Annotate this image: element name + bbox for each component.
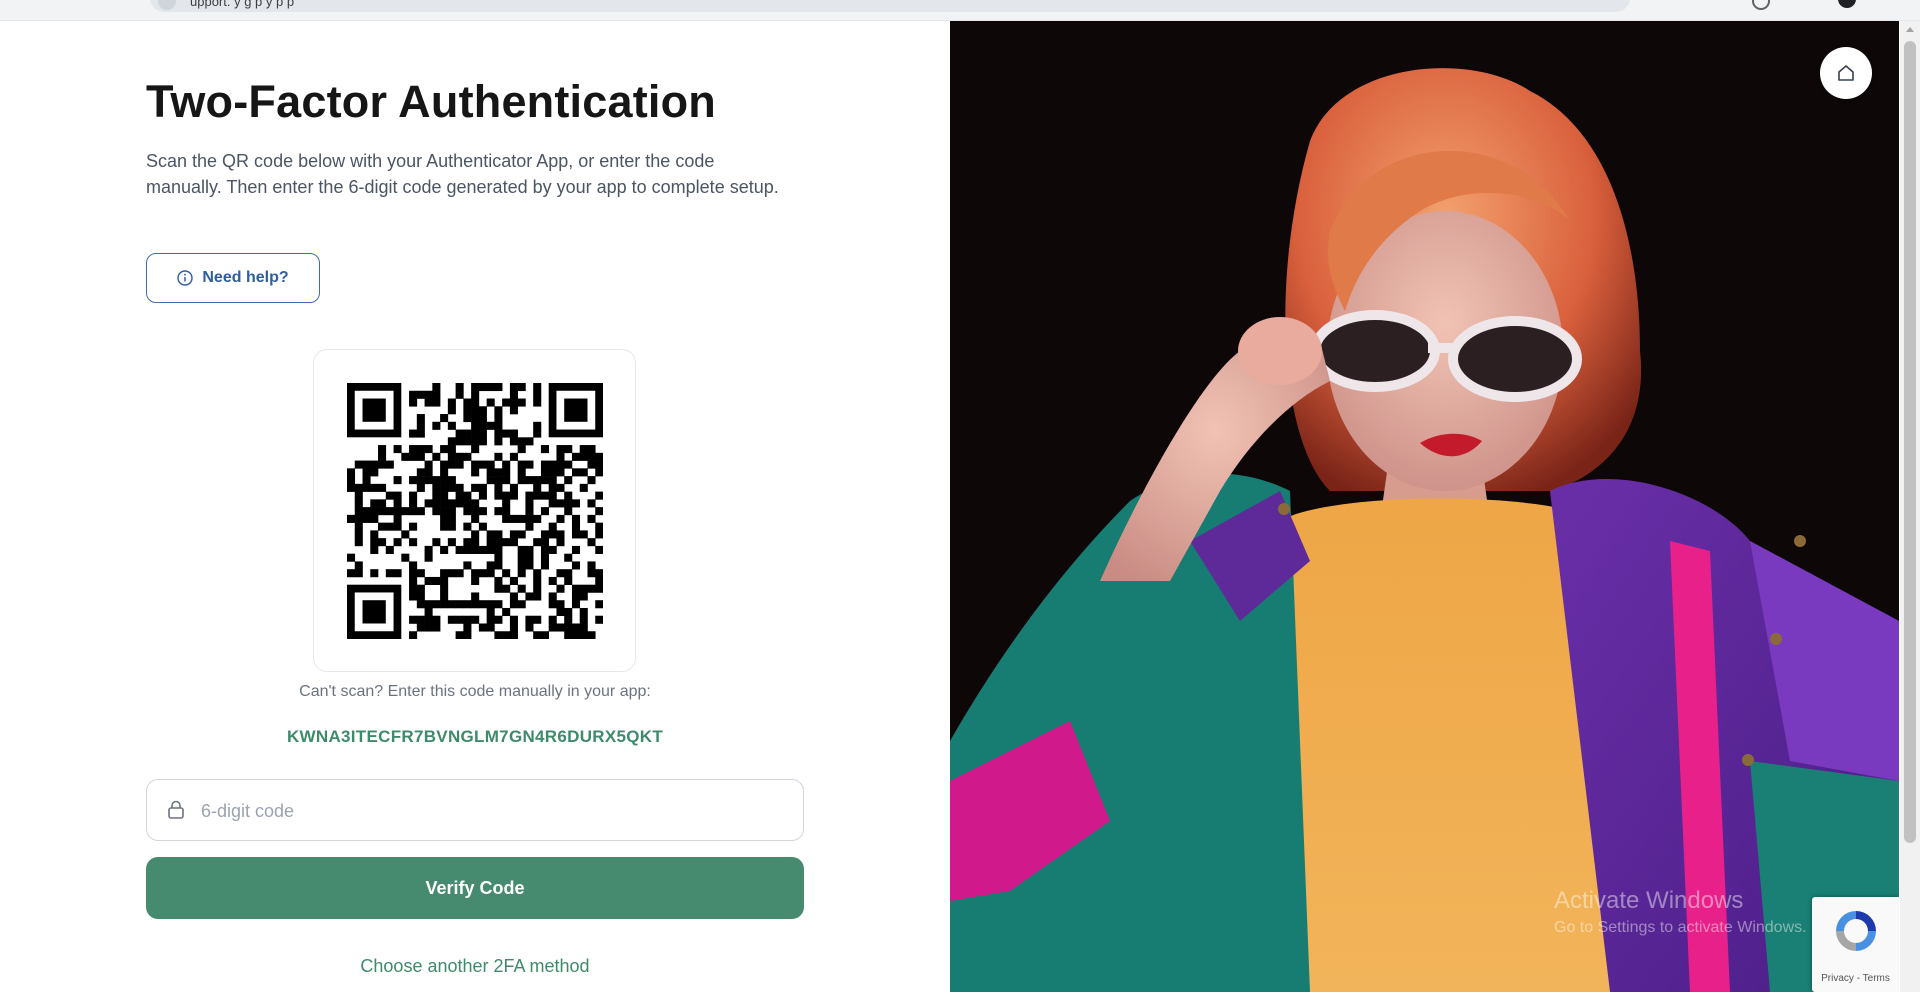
home-icon: [1838, 65, 1854, 81]
recaptcha-terms-link[interactable]: Privacy - Terms: [1812, 973, 1899, 984]
info-icon: [177, 270, 194, 286]
browser-toolbar: upport. y g p y p p: [0, 0, 1920, 21]
page-scrollbar[interactable]: [1900, 21, 1920, 992]
manual-entry-hint: Can't scan? Enter this code manually in …: [299, 683, 651, 700]
watermark-subtitle: Go to Settings to activate Windows.: [1554, 919, 1807, 936]
page-title: Two-Factor Authentication: [146, 76, 716, 127]
recaptcha-icon: [1836, 911, 1876, 951]
profile-avatar[interactable]: [1838, 0, 1856, 8]
recaptcha-badge[interactable]: Privacy - Terms: [1812, 897, 1899, 992]
watermark-title: Activate Windows: [1554, 887, 1744, 914]
scrollbar-thumb[interactable]: [1904, 41, 1916, 843]
lock-icon: [168, 800, 184, 819]
code-input[interactable]: [199, 780, 793, 842]
site-info-icon[interactable]: [158, 0, 176, 10]
home-button[interactable]: [1820, 47, 1872, 99]
extension-icon[interactable]: [1752, 0, 1770, 10]
instructions-text: Scan the QR code below with your Authent…: [146, 151, 779, 197]
auth-panel: Two-Factor Authentication Scan the QR co…: [0, 21, 950, 992]
need-help-label: Need help?: [202, 269, 289, 286]
code-field[interactable]: [146, 779, 804, 842]
hero-image-panel: Activate Windows Go to Settings to activ…: [950, 21, 1899, 992]
activate-windows-watermark: Activate Windows Go to Settings to activ…: [1554, 887, 1807, 937]
qr-code-image: [347, 383, 603, 639]
scroll-up-icon[interactable]: [1906, 27, 1914, 32]
choose-another-method-link[interactable]: Choose another 2FA method: [146, 956, 804, 977]
secret-key: KWNA3ITECFR7BVNGLM7GN4R6DURX5QKT: [286, 727, 664, 746]
qr-code-card: [313, 349, 636, 672]
address-bar[interactable]: upport. y g p y p p: [150, 0, 1630, 12]
need-help-button[interactable]: Need help?: [146, 253, 320, 303]
address-bar-text: upport. y g p y p p: [190, 0, 295, 9]
verify-code-button[interactable]: Verify Code: [146, 857, 804, 919]
hero-photo: [950, 21, 1899, 992]
